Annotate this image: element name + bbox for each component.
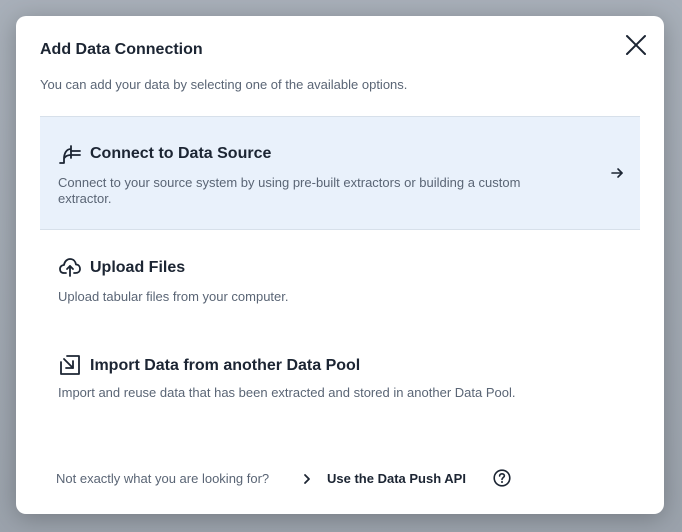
dialog-title: Add Data Connection	[40, 41, 203, 58]
option-import-data-pool[interactable]: Import Data from another Data Pool Impor…	[40, 331, 640, 431]
option-title: Import Data from another Data Pool	[90, 357, 361, 374]
cloud-upload-icon	[58, 255, 82, 279]
add-data-connection-dialog: Add Data Connection You can add your dat…	[16, 16, 664, 514]
option-upload-files[interactable]: Upload Files Upload tabular files from y…	[40, 231, 640, 321]
dialog-subtitle: You can add your data by selecting one o…	[40, 77, 408, 92]
close-button[interactable]	[622, 31, 650, 59]
arrow-right-icon	[610, 166, 624, 180]
data-push-api-link[interactable]: Use the Data Push API	[327, 471, 466, 486]
plug-icon	[58, 142, 82, 166]
chevron-right-icon	[302, 472, 312, 484]
footer-question: Not exactly what you are looking for?	[56, 471, 270, 486]
option-description: Import and reuse data that has been extr…	[58, 385, 516, 400]
help-icon[interactable]	[493, 469, 511, 487]
option-title: Connect to Data Source	[90, 145, 272, 162]
option-connect-data-source[interactable]: Connect to Data Source Connect to your s…	[40, 116, 640, 230]
close-icon	[626, 35, 646, 55]
option-description: Upload tabular files from your computer.	[58, 289, 289, 304]
import-icon	[58, 353, 82, 377]
option-title: Upload Files	[90, 259, 186, 276]
option-description: Connect to your source system by using p…	[58, 175, 521, 206]
